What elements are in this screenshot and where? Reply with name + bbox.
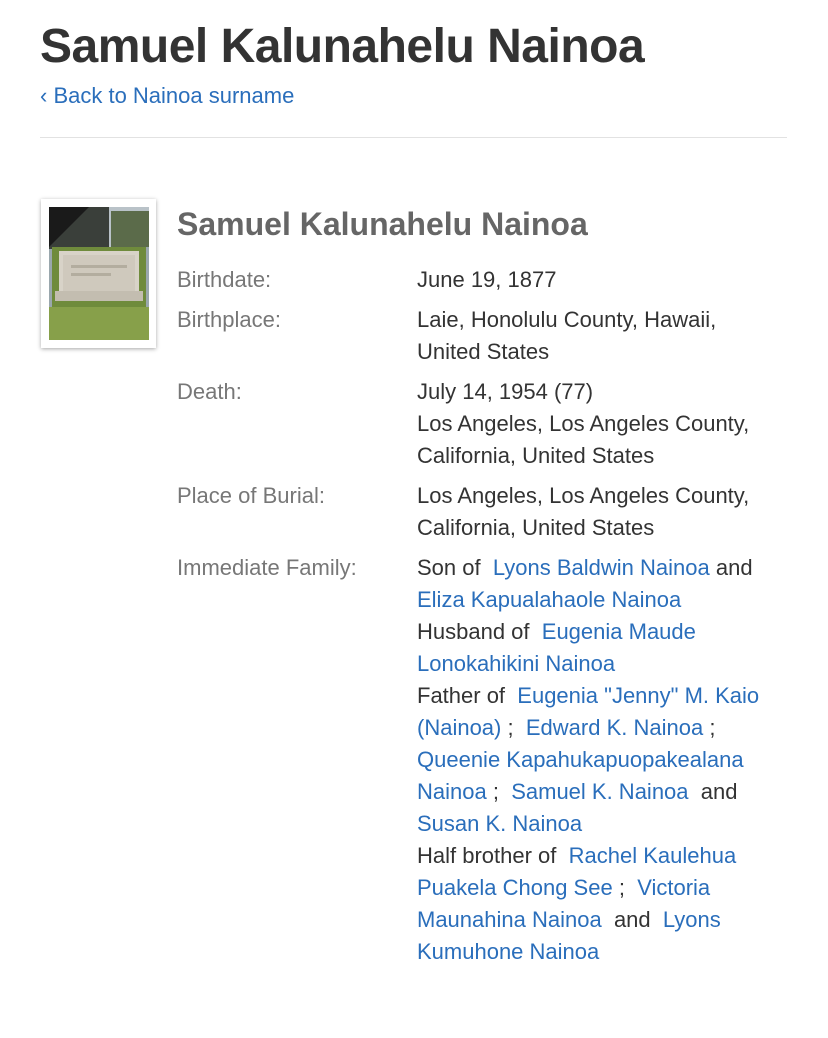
burial-value: Los Angeles, Los Angeles County, Califor… (417, 483, 750, 540)
burial-row: Place of Burial: Los Angeles, Los Angele… (177, 480, 797, 544)
father-link[interactable]: Lyons Baldwin Nainoa (493, 555, 710, 580)
spouse-line: Husband of Eugenia Maude Lonokahikini Na… (417, 616, 777, 680)
person-name: Samuel Kalunahelu Nainoa (177, 206, 588, 242)
memorial-ribbon-icon (49, 207, 89, 247)
half-siblings-line: Half brother of Rachel Kaulehua Puakela … (417, 840, 777, 968)
husband-of-text: Husband of (417, 619, 530, 644)
divider (40, 137, 787, 138)
parents-line: Son of Lyons Baldwin Nainoa and Eliza Ka… (417, 552, 777, 616)
death-place: Los Angeles, Los Angeles County, Califor… (417, 411, 750, 468)
half-brother-of-text: Half brother of (417, 843, 557, 868)
page-title: Samuel Kalunahelu Nainoa (40, 20, 645, 73)
birthdate-row: Birthdate: June 19, 1877 (177, 264, 797, 296)
separator: ; (507, 715, 514, 740)
burial-label: Place of Burial: (177, 483, 325, 508)
child-link[interactable]: Susan K. Nainoa (417, 811, 582, 836)
child-link[interactable]: Edward K. Nainoa (526, 715, 703, 740)
separator: ; (492, 779, 499, 804)
children-line: Father of Eugenia "Jenny" M. Kaio (Naino… (417, 680, 777, 840)
father-of-text: Father of (417, 683, 506, 708)
profile-photo[interactable] (41, 199, 156, 348)
separator: and (613, 907, 651, 932)
death-label: Death: (177, 379, 242, 404)
family-label: Immediate Family: (177, 555, 357, 580)
back-to-surname-link[interactable]: ‹ Back to Nainoa surname (40, 82, 294, 110)
birthplace-row: Birthplace: Laie, Honolulu County, Hawai… (177, 304, 797, 368)
separator: and (700, 779, 738, 804)
birthdate-value: June 19, 1877 (417, 267, 557, 292)
separator: ; (709, 715, 716, 740)
child-link[interactable]: Samuel K. Nainoa (511, 779, 688, 804)
death-date: July 14, 1954 (77) (417, 379, 594, 404)
birthplace-label: Birthplace: (177, 307, 281, 332)
and-text: and (715, 555, 753, 580)
birthdate-label: Birthdate: (177, 267, 272, 292)
mother-link[interactable]: Eliza Kapualahaole Nainoa (417, 587, 681, 612)
son-of-text: Son of (417, 555, 481, 580)
death-value: July 14, 1954 (77) Los Angeles, Los Ange… (417, 376, 777, 472)
profile-facts: Birthdate: June 19, 1877 Birthplace: Lai… (177, 264, 797, 976)
family-row: Immediate Family: Son of Lyons Baldwin N… (177, 552, 797, 968)
separator: ; (618, 875, 625, 900)
family-value: Son of Lyons Baldwin Nainoa and Eliza Ka… (417, 552, 777, 968)
birthplace-value: Laie, Honolulu County, Hawaii, United St… (417, 307, 717, 364)
death-row: Death: July 14, 1954 (77) Los Angeles, L… (177, 376, 797, 472)
